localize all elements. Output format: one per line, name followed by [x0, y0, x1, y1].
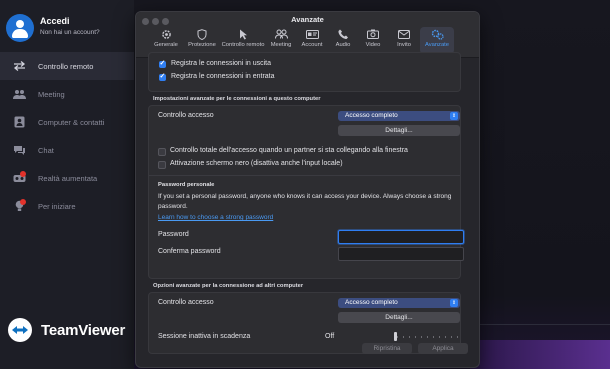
password-label: Password	[158, 231, 189, 238]
tab-label: Audio	[335, 42, 351, 48]
sidebar-item-label: Per iniziare	[38, 201, 76, 211]
teamviewer-logo-icon	[8, 318, 32, 342]
sidebar-item-remote-control[interactable]: Controllo remoto	[0, 52, 134, 80]
cursor-icon	[239, 27, 248, 41]
sidebar-item-get-started[interactable]: Per iniziare	[0, 192, 134, 220]
inactive-timeout-label: Sessione inattiva in scadenza	[158, 333, 251, 340]
tab-invito[interactable]: Invito	[388, 27, 420, 54]
log-outgoing-checkbox[interactable]	[159, 59, 166, 68]
incoming-section-header: Impostazioni avanzate per le connessioni…	[153, 96, 321, 102]
tab-account[interactable]: Account	[296, 27, 328, 54]
sidebar-item-label: Controllo remoto	[38, 61, 94, 71]
password-field[interactable]	[338, 230, 464, 244]
incoming-section: Controllo accesso Accesso completo ⇕ Det…	[148, 105, 464, 279]
outgoing-access-control-select[interactable]: Accesso completo ⇕	[338, 298, 460, 308]
select-value: Accesso completo	[345, 299, 398, 306]
sidebar-item-label: Realtà aumentata	[38, 173, 98, 183]
tab-label: Avanzate	[424, 42, 450, 48]
teamviewer-logo: TeamViewer	[8, 318, 125, 342]
tab-label: Controllo remoto	[221, 42, 265, 48]
arrows-icon	[12, 60, 26, 72]
tab-label: Protezione	[188, 42, 216, 48]
sidebar-item-label: Chat	[38, 145, 54, 155]
account-header[interactable]: Accedi Non hai un account?	[6, 14, 134, 44]
sidebar-nav: Controllo remoto Meeting Computer & cont…	[0, 52, 134, 220]
no-account-label[interactable]: Non hai un account?	[40, 29, 100, 36]
tab-meeting[interactable]: Meeting	[266, 27, 296, 54]
sidebar: Accedi Non hai un account? Controllo rem…	[0, 0, 134, 369]
black-screen-checkbox[interactable]	[158, 161, 166, 169]
camera-icon	[367, 27, 379, 41]
full-control-label: Controllo totale dell'accesso quando un …	[170, 147, 408, 154]
avatar[interactable]	[6, 14, 34, 42]
inactive-timeout-value: Off	[325, 333, 335, 340]
outgoing-section: Controllo accesso Accesso completo ⇕ Det…	[148, 292, 461, 354]
contacts-icon	[12, 116, 26, 128]
tab-label: Account	[301, 42, 323, 48]
strong-password-link[interactable]: Learn how to choose a strong password	[158, 214, 273, 221]
full-control-checkbox[interactable]	[158, 148, 166, 156]
restore-button[interactable]: Ripristina	[362, 343, 412, 354]
divider	[149, 175, 460, 176]
apply-button[interactable]: Applica	[418, 343, 468, 354]
sidebar-item-label: Meeting	[38, 89, 65, 99]
gears-icon	[431, 27, 444, 41]
window-title: Avanzate	[291, 15, 324, 24]
black-screen-label: Attivazione schermo nero (disattiva anch…	[170, 160, 343, 167]
logging-section: Registra le connessioni in uscita Regist…	[148, 52, 461, 92]
access-control-label: Controllo accesso	[158, 112, 214, 119]
log-incoming-label: Registra le connessioni in entrata	[171, 73, 275, 80]
inactive-timeout-slider[interactable]	[394, 332, 397, 341]
tab-protezione[interactable]: Protezione	[184, 27, 220, 54]
gear-icon	[161, 27, 172, 41]
chevron-updown-icon: ⇕	[450, 112, 458, 120]
access-control-select[interactable]: Accesso completo ⇕	[338, 111, 460, 121]
background-accent	[470, 340, 610, 369]
log-incoming-checkbox[interactable]	[159, 72, 166, 81]
sidebar-item-augmented-reality[interactable]: Realtà aumentata	[0, 164, 134, 192]
tab-generale[interactable]: Generale	[148, 27, 184, 54]
shield-icon	[197, 27, 207, 41]
tab-label: Meeting	[270, 42, 292, 48]
outgoing-details-button[interactable]: Dettagli...	[338, 312, 460, 323]
id-card-icon	[305, 27, 319, 41]
preferences-tabs: Generale Protezione Controllo remoto Mee…	[148, 27, 454, 54]
sidebar-item-meeting[interactable]: Meeting	[0, 80, 134, 108]
tab-label: Invito	[397, 42, 411, 48]
sidebar-item-label: Computer & contatti	[38, 117, 105, 127]
sidebar-item-chat[interactable]: Chat	[0, 136, 134, 164]
notification-badge	[20, 171, 26, 177]
personal-password-description: If you set a personal password, anyone w…	[158, 193, 452, 210]
people-icon	[274, 27, 288, 41]
notification-badge	[20, 199, 26, 205]
sidebar-item-computers-contacts[interactable]: Computer & contatti	[0, 108, 134, 136]
access-control-label: Controllo accesso	[158, 299, 214, 306]
preferences-content: Registra le connessioni in uscita Regist…	[136, 52, 479, 367]
tab-controllo-remoto[interactable]: Controllo remoto	[220, 27, 266, 54]
preferences-window: Avanzate Generale Protezione Controllo r…	[135, 11, 480, 368]
divider	[468, 324, 610, 325]
tab-label: Video	[365, 42, 381, 48]
confirm-password-field[interactable]	[338, 247, 464, 261]
slider-ticks	[397, 336, 460, 338]
log-outgoing-label: Registra le connessioni in uscita	[171, 60, 271, 67]
details-button[interactable]: Dettagli...	[338, 125, 460, 136]
tab-audio[interactable]: Audio	[328, 27, 358, 54]
chat-icon	[12, 144, 26, 156]
chevron-updown-icon: ⇕	[450, 299, 458, 307]
people-icon	[12, 88, 26, 100]
phone-icon	[338, 27, 348, 41]
confirm-password-label: Conferma password	[158, 248, 221, 255]
select-value: Accesso completo	[345, 112, 398, 119]
envelope-icon	[398, 27, 410, 41]
outgoing-section-header: Opzioni avanzate per la connessione ad a…	[153, 283, 304, 289]
tab-video[interactable]: Video	[358, 27, 388, 54]
brand-name: TeamViewer	[41, 321, 126, 339]
sign-in-label[interactable]: Accedi	[40, 16, 70, 26]
tab-avanzate[interactable]: Avanzate	[420, 27, 454, 54]
tab-label: Generale	[154, 42, 178, 48]
personal-password-header: Password personale	[158, 182, 215, 188]
